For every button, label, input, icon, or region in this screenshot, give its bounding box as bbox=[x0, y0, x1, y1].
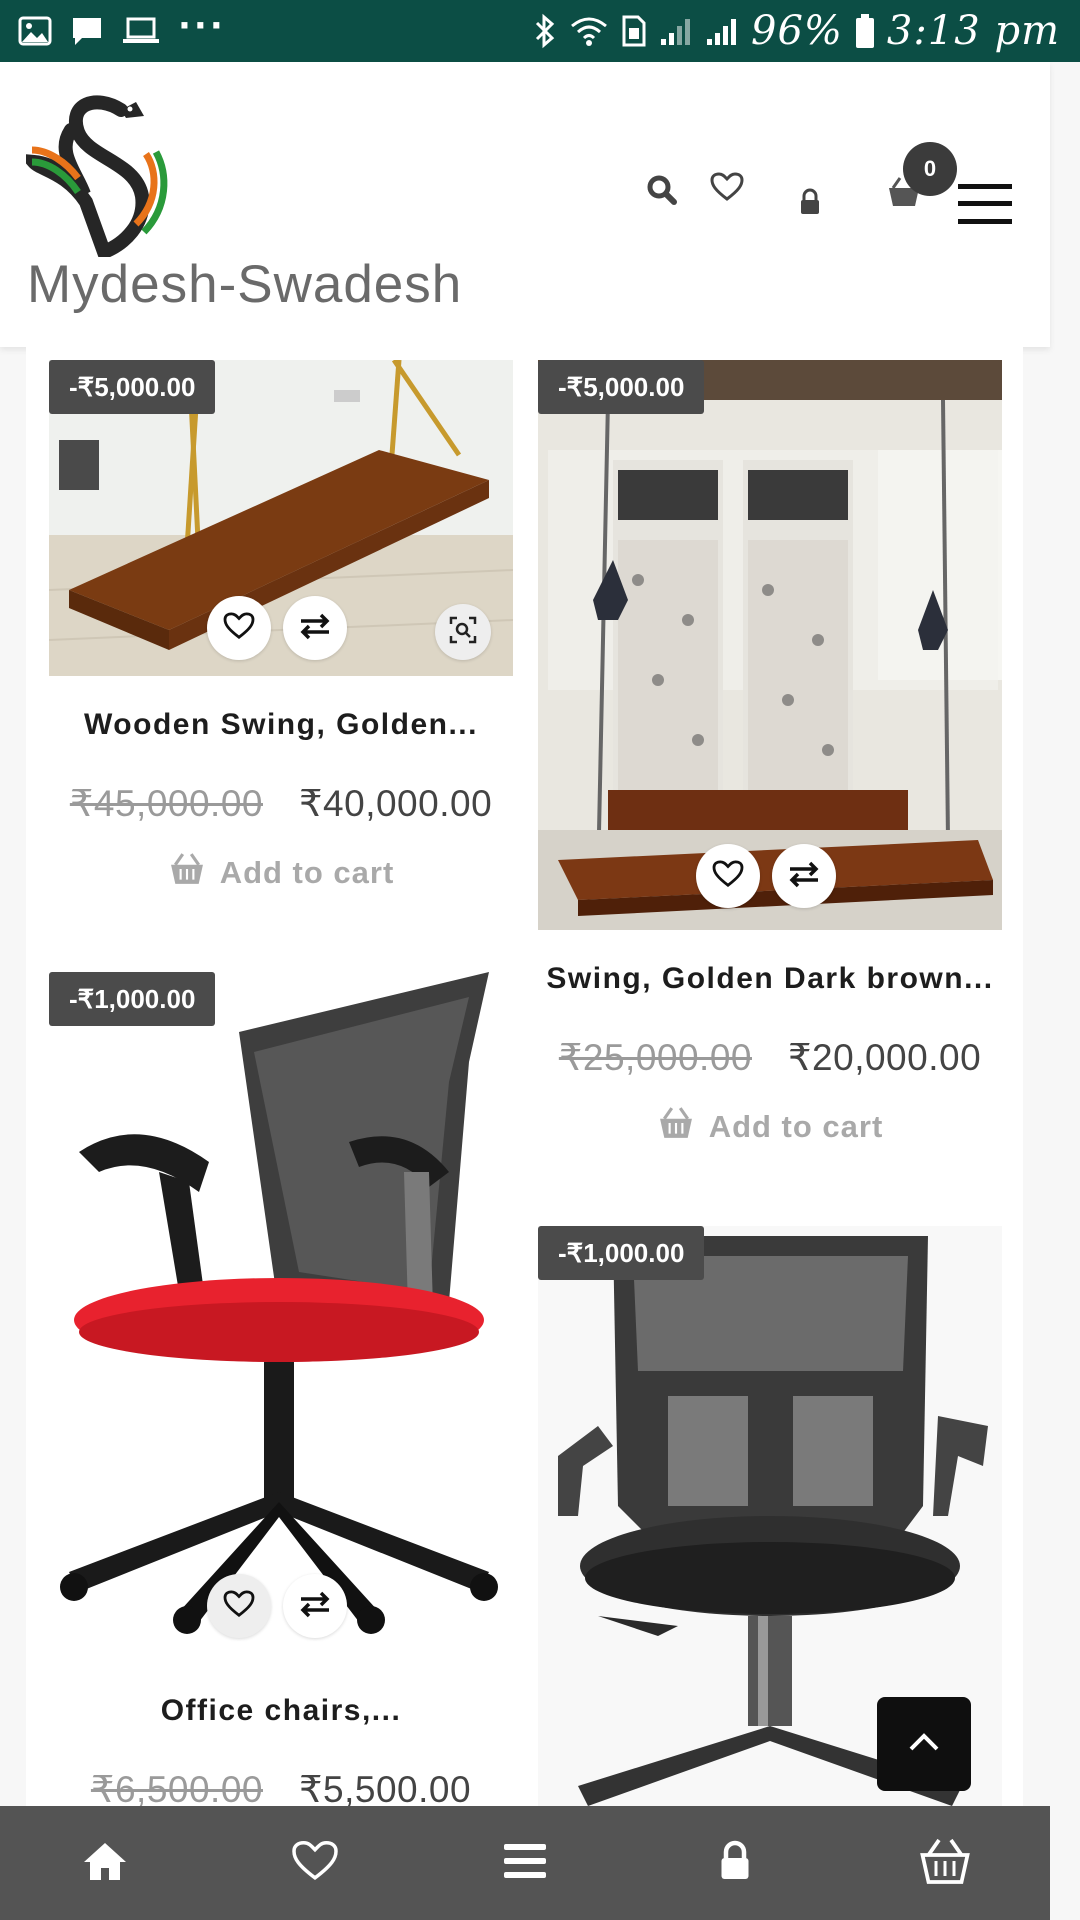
status-bar: ··· 96% 3:13 pm bbox=[0, 0, 1080, 62]
old-price: ₹45,000.00 bbox=[69, 783, 263, 824]
more-notifications: ··· bbox=[178, 6, 226, 46]
wishlist-button[interactable] bbox=[207, 1574, 271, 1638]
signal-icon bbox=[705, 15, 739, 47]
hamburger-menu-icon[interactable] bbox=[958, 182, 1012, 226]
product-image[interactable]: -₹5,000.00 bbox=[538, 360, 1002, 930]
wifi-icon bbox=[569, 14, 609, 48]
old-price: ₹25,000.00 bbox=[558, 1037, 752, 1078]
wishlist-button[interactable] bbox=[696, 844, 760, 908]
product-title[interactable]: Office chairs,... bbox=[49, 1694, 513, 1728]
laptop-icon bbox=[122, 16, 160, 46]
discount-badge: -₹5,000.00 bbox=[49, 360, 216, 414]
old-price: ₹6,500.00 bbox=[90, 1769, 263, 1810]
compare-button[interactable] bbox=[283, 1574, 347, 1638]
compare-button[interactable] bbox=[772, 844, 836, 908]
quick-view-button[interactable] bbox=[435, 604, 491, 660]
new-price: ₹40,000.00 bbox=[299, 783, 493, 824]
message-icon bbox=[70, 15, 104, 47]
quick-view-icon bbox=[449, 616, 477, 648]
nav-account[interactable] bbox=[685, 1813, 785, 1913]
compare-arrows-icon bbox=[299, 612, 331, 644]
basket-icon bbox=[918, 1837, 972, 1889]
lock-icon bbox=[718, 1840, 752, 1886]
menu-icon bbox=[504, 1842, 546, 1884]
price-row: ₹45,000.00 ₹40,000.00 bbox=[49, 782, 513, 825]
battery-icon bbox=[855, 13, 875, 49]
product-card[interactable]: -₹5,000.00 Wooden Swing, Golden... ₹45,0… bbox=[49, 360, 513, 920]
price-row: ₹25,000.00 ₹20,000.00 bbox=[538, 1036, 1002, 1079]
heart-icon bbox=[223, 612, 255, 644]
nav-cart[interactable] bbox=[895, 1813, 995, 1913]
scroll-to-top-button[interactable] bbox=[877, 1697, 971, 1791]
product-title[interactable]: Swing, Golden Dark brown... bbox=[538, 962, 1002, 996]
product-image[interactable]: -₹1,000.00 bbox=[49, 972, 513, 1662]
bluetooth-icon bbox=[533, 13, 557, 49]
heart-icon[interactable] bbox=[708, 168, 746, 206]
lock-icon[interactable] bbox=[796, 186, 824, 218]
discount-badge: -₹5,000.00 bbox=[538, 360, 705, 414]
brand-logo[interactable] bbox=[17, 92, 176, 262]
clock: 3:13 pm bbox=[886, 8, 1060, 54]
compare-arrows-icon bbox=[299, 1590, 331, 1622]
chevron-up-icon bbox=[907, 1731, 941, 1757]
signal-icon bbox=[659, 15, 693, 47]
nav-wishlist[interactable] bbox=[265, 1813, 365, 1913]
new-price: ₹5,500.00 bbox=[299, 1769, 472, 1810]
product-card[interactable]: -₹5,000.00 Swing, Golden Dark brown... ₹… bbox=[538, 360, 1002, 1160]
image-icon bbox=[18, 16, 52, 46]
heart-icon bbox=[291, 1840, 339, 1886]
wishlist-button[interactable] bbox=[207, 596, 271, 660]
cart-count-badge: 0 bbox=[903, 142, 957, 196]
basket-icon bbox=[657, 1106, 695, 1148]
add-to-cart-button[interactable]: Add to cart bbox=[538, 1106, 1002, 1148]
add-to-cart-label: Add to cart bbox=[708, 1109, 884, 1144]
bottom-navigation bbox=[0, 1806, 1050, 1920]
product-image[interactable]: -₹5,000.00 bbox=[49, 360, 513, 676]
nav-menu[interactable] bbox=[475, 1813, 575, 1913]
sim-icon bbox=[621, 14, 647, 48]
product-card[interactable]: -₹1,000.00 Office chairs,... ₹6,500.00 ₹… bbox=[49, 972, 513, 1810]
nav-home[interactable] bbox=[55, 1813, 155, 1913]
compare-arrows-icon bbox=[788, 860, 820, 892]
site-header: Mydesh-Swadesh 0 bbox=[0, 62, 1050, 347]
price-row: ₹6,500.00 ₹5,500.00 bbox=[49, 1768, 513, 1811]
discount-badge: -₹1,000.00 bbox=[538, 1226, 705, 1280]
search-icon[interactable] bbox=[644, 172, 680, 208]
heart-icon bbox=[712, 860, 744, 892]
compare-button[interactable] bbox=[283, 596, 347, 660]
home-icon bbox=[81, 1840, 129, 1886]
add-to-cart-label: Add to cart bbox=[219, 855, 395, 890]
battery-percent: 96% bbox=[751, 8, 843, 54]
discount-badge: -₹1,000.00 bbox=[49, 972, 216, 1026]
product-title[interactable]: Wooden Swing, Golden... bbox=[49, 708, 513, 742]
add-to-cart-button[interactable]: Add to cart bbox=[49, 852, 513, 894]
basket-icon bbox=[168, 852, 206, 894]
new-price: ₹20,000.00 bbox=[788, 1037, 982, 1078]
heart-icon bbox=[223, 1590, 255, 1622]
brand-name[interactable]: Mydesh-Swadesh bbox=[27, 254, 462, 315]
